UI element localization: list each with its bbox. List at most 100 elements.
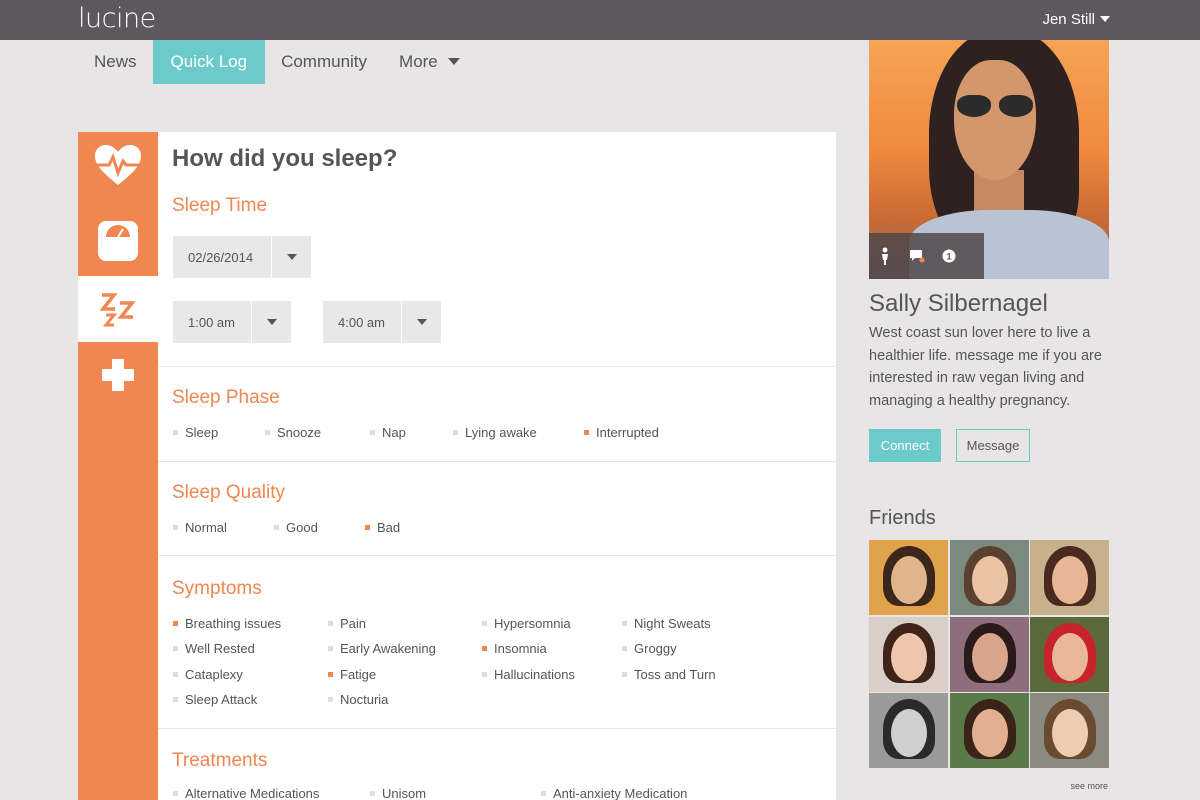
rail-item-medical[interactable] — [78, 342, 158, 408]
option-nap[interactable]: Nap — [370, 425, 406, 440]
option-sleep[interactable]: Sleep — [173, 425, 218, 440]
message-button[interactable]: Message — [956, 429, 1030, 462]
friend-avatar[interactable] — [949, 693, 1029, 768]
friend-avatar[interactable] — [949, 616, 1029, 692]
section-title-sleep-quality: Sleep Quality — [172, 482, 286, 503]
option-groggy[interactable]: Groggy — [622, 641, 677, 656]
user-name: Jen Still — [1042, 11, 1095, 28]
divider — [158, 366, 836, 367]
option-snooze[interactable]: Snooze — [265, 425, 321, 440]
option-label: Unisom — [382, 786, 427, 800]
friend-avatar[interactable] — [869, 693, 948, 768]
option-good[interactable]: Good — [274, 520, 318, 535]
option-label: Hypersomnia — [494, 616, 571, 631]
friends-title: Friends — [869, 507, 936, 529]
option-night-sweats[interactable]: Night Sweats — [622, 616, 711, 631]
option-nocturia[interactable]: Nocturia — [328, 692, 388, 707]
option-early-awakening[interactable]: Early Awakening — [328, 641, 436, 656]
checkbox-square — [541, 791, 546, 796]
checkbox-square — [482, 672, 487, 677]
chevron-down-icon[interactable] — [251, 301, 291, 343]
option-label: Well Rested — [185, 641, 255, 656]
option-label: Sleep — [185, 425, 219, 440]
scale-icon — [98, 221, 138, 261]
chevron-down-icon[interactable] — [271, 236, 311, 278]
notification-icon[interactable]: 1 — [933, 233, 965, 279]
nav-more[interactable]: More — [383, 40, 476, 84]
option-well-rested[interactable]: Well Rested — [173, 641, 255, 656]
top-bar: lucine Jen Still — [0, 0, 1200, 40]
friend-avatar[interactable] — [1030, 693, 1109, 768]
start-time-select[interactable]: 1:00 am — [173, 301, 291, 343]
option-pain[interactable]: Pain — [328, 616, 366, 631]
option-hallucinations[interactable]: Hallucinations — [482, 667, 575, 682]
checkbox-square — [173, 525, 178, 530]
friend-avatar[interactable] — [1030, 540, 1109, 615]
option-label: Fatige — [340, 667, 377, 682]
photo-face — [954, 60, 1036, 180]
checkbox-square — [173, 791, 178, 796]
friend-avatar[interactable] — [949, 540, 1029, 615]
option-label: Bad — [377, 520, 401, 535]
option-label: Breathing issues — [185, 616, 282, 631]
rail-item-health[interactable] — [78, 132, 158, 198]
section-title-treatments: Treatments — [172, 750, 268, 771]
option-alternative-medications[interactable]: Alternative Medications — [173, 786, 319, 800]
chevron-down-icon[interactable] — [401, 301, 441, 343]
option-label: Pain — [340, 616, 367, 631]
message-icon[interactable] — [901, 233, 933, 279]
connect-button[interactable]: Connect — [869, 429, 941, 462]
option-cataplexy[interactable]: Cataplexy — [173, 667, 243, 682]
notification-count: 1 — [946, 252, 951, 262]
checkbox-square — [622, 672, 627, 677]
friend-avatar[interactable] — [869, 616, 948, 692]
option-normal[interactable]: Normal — [173, 520, 227, 535]
checkbox-square — [328, 646, 333, 651]
option-anti-anxiety-medication[interactable]: Anti-anxiety Medication — [541, 786, 687, 800]
friend-avatar[interactable] — [1030, 616, 1109, 692]
option-sleep-attack[interactable]: Sleep Attack — [173, 692, 257, 707]
nav-news[interactable]: News — [78, 40, 153, 84]
date-select[interactable]: 02/26/2014 — [173, 236, 311, 278]
user-menu[interactable]: Jen Still — [1042, 11, 1110, 28]
option-label: Good — [286, 520, 318, 535]
option-label: Insomnia — [494, 641, 547, 656]
option-hypersomnia[interactable]: Hypersomnia — [482, 616, 571, 631]
option-label: Interrupted — [596, 425, 659, 440]
option-insomnia[interactable]: Insomnia — [482, 641, 547, 656]
checkbox-square — [622, 646, 627, 651]
rail-item-sleep[interactable] — [78, 276, 158, 342]
nav-community[interactable]: Community — [265, 40, 383, 84]
section-title-sleep-time: Sleep Time — [172, 195, 268, 216]
option-breathing-issues[interactable]: Breathing issues — [173, 616, 281, 631]
rail-item-weight[interactable] — [78, 208, 158, 274]
checkbox-square — [482, 621, 487, 626]
option-bad[interactable]: Bad — [365, 520, 400, 535]
option-label: Lying awake — [465, 425, 537, 440]
option-fatige[interactable]: Fatige — [328, 667, 376, 682]
option-label: Snooze — [277, 425, 322, 440]
person-icon[interactable] — [869, 233, 901, 279]
sleep-log-panel: How did you sleep? Sleep Time 02/26/2014… — [158, 132, 836, 800]
end-time-select[interactable]: 4:00 am — [323, 301, 441, 343]
see-more-link[interactable]: see more — [1070, 781, 1108, 791]
app-logo[interactable]: lucine — [78, 3, 156, 34]
friend-avatar[interactable] — [869, 540, 948, 615]
option-interrupted[interactable]: Interrupted — [584, 425, 659, 440]
checkbox-square — [622, 621, 627, 626]
option-toss-and-turn[interactable]: Toss and Turn — [622, 667, 716, 682]
checkbox-square — [173, 672, 178, 677]
profile-name: Sally Silbernagel — [869, 290, 1048, 317]
photo-sunglasses — [957, 95, 1035, 117]
chevron-down-icon — [1100, 16, 1110, 22]
nav-quick-log[interactable]: Quick Log — [152, 40, 266, 84]
medical-cross-icon — [102, 359, 134, 391]
profile-action-bar: 1 — [869, 233, 984, 279]
option-lying-awake[interactable]: Lying awake — [453, 425, 537, 440]
option-unisom[interactable]: Unisom — [370, 786, 426, 800]
option-label: Anti-anxiety Medication — [553, 786, 688, 800]
sleep-zzz-icon — [99, 293, 136, 327]
option-label: Sleep Attack — [185, 692, 258, 707]
checkbox-square — [173, 621, 178, 626]
checkbox-square — [482, 646, 487, 651]
